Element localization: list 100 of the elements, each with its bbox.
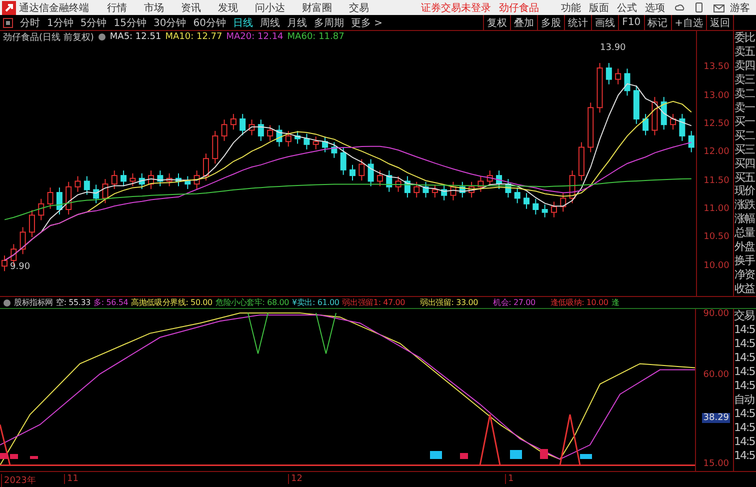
menu-item[interactable]: 交易 <box>349 0 369 15</box>
period-tab[interactable]: 多周期 <box>314 16 344 30</box>
quote-label: 卖二 <box>734 87 756 101</box>
quote-label: 卖一 <box>734 100 756 115</box>
trade-panel-label: 14:5 <box>734 420 756 435</box>
quote-label: 涨幅 <box>734 212 756 226</box>
menu-item[interactable]: 选项 <box>645 0 665 15</box>
period-tab[interactable]: 30分钟 <box>153 16 186 30</box>
quote-label: 买二 <box>734 128 756 143</box>
high-price-label: 13.90 <box>600 43 626 54</box>
spike-marker <box>559 414 581 466</box>
quote-label: 收益 <box>734 282 756 296</box>
menu-item[interactable]: 市场 <box>144 0 164 15</box>
trade-panel-label: 14:5 <box>734 448 756 462</box>
spike-marker <box>479 414 501 466</box>
quote-label: 买四 <box>734 156 756 171</box>
menu-item[interactable]: 行情 <box>107 0 127 15</box>
menu-item[interactable]: 资讯 <box>181 0 201 15</box>
indicator-name: 股标指标网 <box>14 297 54 308</box>
date-axis-label: 2023年 <box>1 474 36 487</box>
quote-label: 买五 <box>734 170 756 184</box>
quote-label: 涨跌 <box>734 198 756 212</box>
quote-label: 换手 <box>734 254 756 268</box>
indicator-axis-label: 15.00 <box>702 459 730 470</box>
price-axis-label: 10.00 <box>702 260 730 271</box>
app-logo-icon <box>2 0 16 15</box>
quote-label: 净资 <box>734 268 756 282</box>
trade-panel-label: 14:5 <box>734 434 756 449</box>
indicator-value: 弱出强留: 33.00 <box>420 297 478 308</box>
quote-label: 买三 <box>734 142 756 157</box>
quote-label: 买一 <box>734 114 756 129</box>
quote-label: 卖三 <box>734 73 756 88</box>
quote-label: 委比 <box>734 31 756 46</box>
date-axis-label: 12 <box>288 474 302 484</box>
user-label[interactable]: 游客 <box>730 0 750 15</box>
period-tab[interactable]: 更多 > <box>350 16 383 30</box>
trade-panel-label: 14:5 <box>734 406 756 421</box>
quote-label: 外盘 <box>734 240 756 254</box>
menu-item[interactable]: 版面 <box>589 0 609 15</box>
spike-marker <box>0 424 11 466</box>
volume-bar <box>540 449 548 460</box>
menu-item[interactable]: 发现 <box>218 0 238 15</box>
trade-panel-label: 14:5 <box>734 365 756 379</box>
price-axis-label: 11.00 <box>702 204 730 214</box>
trade-panel-label: 14:5 <box>734 337 756 352</box>
stock-name: 劲仔食品 <box>499 2 539 15</box>
period-tab[interactable]: 月线 <box>286 16 307 30</box>
indicator-axis-label: 38.29 <box>702 413 730 424</box>
trade-panel-label: 自动 <box>734 392 756 407</box>
trade-panel-label: 14:5 <box>734 323 756 338</box>
moving-average-value: MA10: 12.77 <box>165 32 222 42</box>
trade-panel-label: 交易 <box>734 309 756 324</box>
volume-bar <box>30 456 38 460</box>
price-axis-label: 13.50 <box>702 62 730 72</box>
quote-label: 现价 <box>734 184 756 198</box>
quote-label: 卖四 <box>734 59 756 74</box>
cloud-icon[interactable] <box>675 2 685 13</box>
period-tab[interactable]: 60分钟 <box>193 16 226 30</box>
indicator-value: 空: 55.33 <box>56 297 91 308</box>
moving-average-value: MA20: 12.14 <box>226 32 284 42</box>
volume-bar <box>0 453 8 460</box>
quote-label: 总量 <box>734 226 756 240</box>
indicator-value: 逢 <box>611 297 620 308</box>
volume-bar <box>580 454 592 460</box>
trade-panel-label: 14:5 <box>734 351 756 366</box>
indicator-axis-label: 90.00 <box>702 309 730 320</box>
indicator-value: 逢低吸纳: 10.00 <box>550 297 608 308</box>
price-axis-label: 11.50 <box>702 176 730 186</box>
menu-item[interactable]: 问小达 <box>255 0 285 15</box>
chart-title: 劲仔食品(日线 前复权) <box>3 32 94 44</box>
volume-bar <box>10 454 18 460</box>
period-tab[interactable]: 日线 <box>232 16 253 30</box>
indicator-value: ¥卖出: 61.00 <box>292 297 340 308</box>
menu-item[interactable]: 公式 <box>617 0 637 15</box>
quote-label: 卖五 <box>734 45 756 60</box>
indicator-value: 多: 56.54 <box>94 297 128 308</box>
panel-toggle-icon[interactable] <box>3 18 13 28</box>
price-axis-label: 10.50 <box>702 232 730 242</box>
app-title: 通达信金融终端 <box>19 2 89 15</box>
menu-item[interactable]: 财富圈 <box>302 0 332 15</box>
date-axis-label: 11 <box>64 474 78 484</box>
volume-bar <box>460 453 468 460</box>
toolbar-button[interactable]: +自选 <box>670 15 706 30</box>
period-tab[interactable]: 分时 <box>20 16 40 30</box>
volume-bar <box>510 450 522 460</box>
period-tab[interactable]: 15分钟 <box>114 16 146 30</box>
trade-panel-label: 14:5 <box>734 378 756 393</box>
moving-average-value: MA60: 11.87 <box>287 32 344 42</box>
price-axis-label: 13.00 <box>702 90 730 101</box>
period-tab[interactable]: 5分钟 <box>80 16 107 30</box>
menu-item[interactable]: 功能 <box>561 0 581 15</box>
moving-average-value: MA5: 12.51 <box>110 32 162 42</box>
mail-icon[interactable] <box>713 2 725 13</box>
indicator-value: 高抛低吸分界线: 50.00 <box>131 297 212 308</box>
low-price-label: 9.90 <box>10 262 30 272</box>
login-notice[interactable]: 证券交易未登录 <box>421 0 491 15</box>
phone-icon[interactable] <box>695 2 703 14</box>
price-axis-label: 12.00 <box>702 147 730 158</box>
period-tab[interactable]: 1分钟 <box>47 16 74 30</box>
period-tab[interactable]: 周线 <box>260 16 280 30</box>
